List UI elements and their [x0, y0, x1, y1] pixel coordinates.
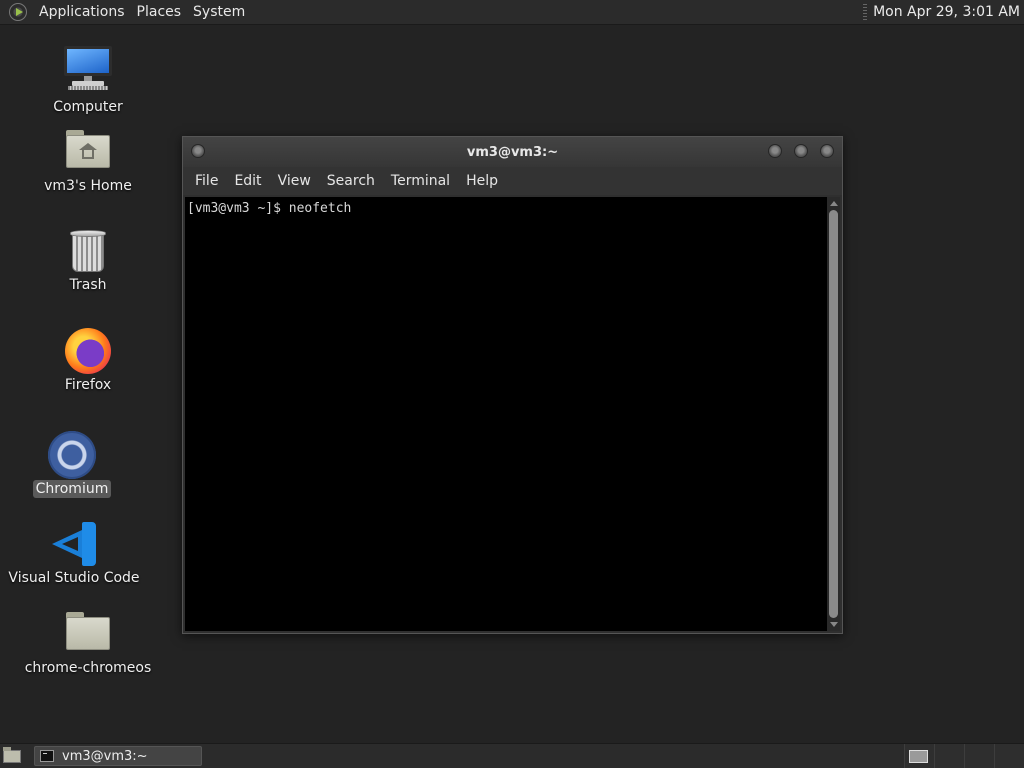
window-title: vm3@vm3:~: [466, 144, 559, 160]
desktop-icon-vscode[interactable]: Visual Studio Code: [4, 522, 144, 587]
menu-places[interactable]: Places: [131, 0, 188, 24]
home-folder-icon: [66, 130, 110, 168]
gnome-foot-icon[interactable]: [9, 3, 27, 21]
maximize-button[interactable]: [794, 144, 808, 158]
workspace-2[interactable]: [934, 744, 964, 768]
workspace-1[interactable]: [904, 744, 934, 768]
panel-handle-icon[interactable]: [863, 4, 868, 20]
menu-help[interactable]: Help: [458, 173, 506, 189]
minimize-button[interactable]: [768, 144, 782, 158]
top-panel: Applications Places System Mon Apr 29, 3…: [0, 0, 1024, 25]
menu-system[interactable]: System: [187, 0, 251, 24]
terminal-menubar: File Edit View Search Terminal Help: [183, 167, 842, 195]
terminal-line: [vm3@vm3 ~]$ neofetch: [187, 201, 352, 216]
window-menu-icon[interactable]: [191, 144, 205, 158]
scroll-down-icon[interactable]: [830, 622, 838, 627]
menu-search[interactable]: Search: [319, 173, 383, 189]
taskbar-item-label: vm3@vm3:~: [62, 748, 148, 764]
workspace-4[interactable]: [994, 744, 1024, 768]
workspace-3[interactable]: [964, 744, 994, 768]
terminal-scrollbar[interactable]: [827, 197, 840, 631]
chromium-icon: [48, 431, 96, 479]
close-button[interactable]: [820, 144, 834, 158]
trash-icon: [70, 230, 106, 272]
folder-icon: [66, 612, 110, 650]
menu-terminal[interactable]: Terminal: [383, 173, 458, 189]
workspace-switcher: [904, 744, 1024, 768]
menu-view[interactable]: View: [270, 173, 319, 189]
desktop-icon-chrome-chromeos[interactable]: chrome-chromeos: [18, 612, 158, 677]
desktop-icon-chromium[interactable]: Chromium: [2, 431, 142, 498]
desktop-icon-label: Chromium: [32, 480, 112, 498]
scrollbar-thumb[interactable]: [829, 210, 838, 618]
computer-icon: [64, 46, 112, 90]
panel-right: Mon Apr 29, 3:01 AM: [863, 0, 1024, 24]
clock[interactable]: Mon Apr 29, 3:01 AM: [873, 4, 1024, 20]
terminal-output[interactable]: [vm3@vm3 ~]$ neofetch: [185, 197, 827, 631]
desktop-icon-computer[interactable]: Computer: [18, 46, 158, 116]
desktop-icon-label: chrome-chromeos: [24, 660, 152, 676]
terminal-window[interactable]: vm3@vm3:~ File Edit View Search Terminal…: [182, 136, 843, 634]
scroll-up-icon[interactable]: [830, 201, 838, 206]
desktop-icon-firefox[interactable]: Firefox: [18, 328, 158, 394]
bottom-panel: vm3@vm3:~: [0, 743, 1024, 768]
window-titlebar[interactable]: vm3@vm3:~: [183, 137, 842, 167]
desktop-icon-label: Firefox: [64, 377, 112, 393]
menu-applications[interactable]: Applications: [33, 0, 131, 24]
taskbar-item-terminal[interactable]: vm3@vm3:~: [34, 746, 202, 766]
desktop-icon-label: Visual Studio Code: [8, 570, 140, 586]
menu-file[interactable]: File: [187, 173, 226, 189]
desktop-icon-label: vm3's Home: [44, 178, 132, 194]
main-menu: Applications Places System: [0, 0, 251, 24]
desktop-icon-trash[interactable]: Trash: [18, 230, 158, 294]
terminal-icon: [40, 750, 54, 762]
firefox-icon: [65, 328, 111, 374]
vscode-icon: [52, 522, 96, 566]
show-desktop-icon[interactable]: [2, 747, 22, 765]
desktop-icon-label: Trash: [69, 277, 107, 293]
menu-edit[interactable]: Edit: [226, 173, 269, 189]
desktop-icon-home[interactable]: vm3's Home: [18, 130, 158, 195]
desktop-icon-label: Computer: [53, 99, 123, 115]
